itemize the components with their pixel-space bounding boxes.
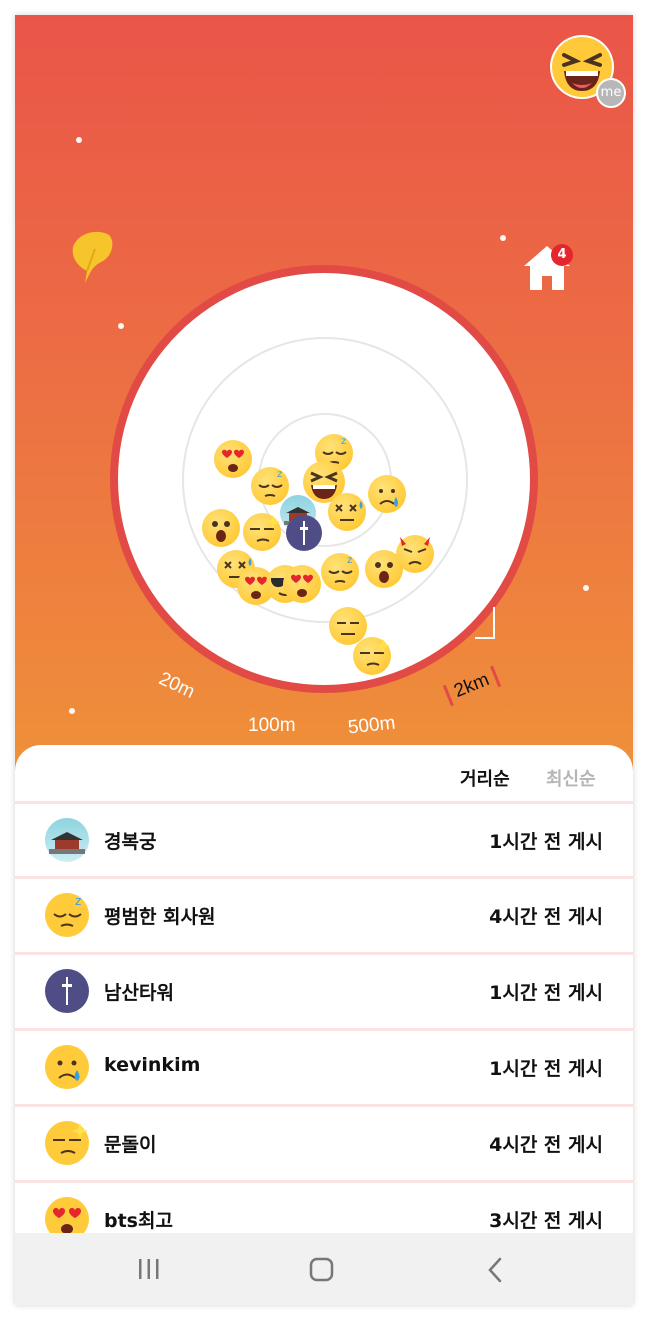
recent-apps-icon[interactable] bbox=[136, 1257, 162, 1281]
dizzy-sweat-emoji-pin[interactable] bbox=[328, 493, 366, 531]
home-nav-icon[interactable] bbox=[309, 1257, 335, 1283]
snow-dot bbox=[76, 137, 82, 143]
list-item-name: 경복궁 bbox=[104, 831, 157, 853]
list-item-time: 4시간 전 게시 bbox=[489, 906, 603, 928]
ginkgo-leaf-icon bbox=[72, 231, 113, 283]
list-item[interactable]: z 평범한 회사원 4시간 전 게시 bbox=[15, 876, 633, 951]
list-item-name: 문돌이 bbox=[104, 1134, 157, 1156]
app-screen: me 4 20m 100m 500m 2km z z z 거리순 최신순 경복궁… bbox=[15, 15, 633, 1305]
list-item-time: 1시간 전 게시 bbox=[489, 982, 603, 1004]
sort-by-latest-tab[interactable]: 최신순 bbox=[546, 765, 596, 791]
palace-icon bbox=[45, 818, 89, 862]
snow-dot bbox=[118, 323, 124, 329]
list-item[interactable]: 문돌이 4시간 전 게시 bbox=[15, 1104, 633, 1179]
scale-label-20m: 20m bbox=[155, 668, 198, 703]
smug-sparkle-emoji-pin[interactable] bbox=[353, 637, 391, 675]
namsan-tower-icon bbox=[45, 969, 89, 1013]
notification-badge: 4 bbox=[551, 244, 573, 266]
list-item-time: 3시간 전 게시 bbox=[489, 1210, 603, 1232]
system-navigation-bar bbox=[15, 1233, 633, 1305]
back-icon[interactable] bbox=[485, 1257, 505, 1283]
sleepy-emoji-icon: z bbox=[45, 893, 89, 937]
sleepy-emoji-pin[interactable]: z bbox=[321, 553, 359, 591]
list-item-name: kevinkim bbox=[104, 1054, 201, 1076]
smug-sparkle-emoji-icon bbox=[45, 1121, 89, 1165]
scale-label-2km[interactable]: 2km bbox=[442, 665, 502, 707]
smug-sparkle-emoji-pin[interactable] bbox=[243, 513, 281, 551]
list-item-time: 1시간 전 게시 bbox=[489, 831, 603, 853]
snow-dot bbox=[69, 708, 75, 714]
me-badge: me bbox=[596, 78, 626, 108]
sad-tear-emoji-pin[interactable] bbox=[368, 475, 406, 513]
list-item[interactable]: 남산타워 1시간 전 게시 bbox=[15, 952, 633, 1027]
scale-label-500m: 500m bbox=[346, 712, 397, 739]
heart-eyes-emoji-pin[interactable] bbox=[283, 565, 321, 603]
radar-hero: me 4 20m 100m 500m 2km z z z bbox=[15, 15, 633, 775]
list-item-name: 평범한 회사원 bbox=[104, 906, 216, 928]
namsan-tower-pin[interactable] bbox=[286, 515, 322, 551]
scale-label-100m: 100m bbox=[248, 715, 296, 736]
list-item[interactable]: kevinkim 1시간 전 게시 bbox=[15, 1028, 633, 1103]
devil-emoji-pin[interactable] bbox=[396, 535, 434, 573]
list-item-time: 1시간 전 게시 bbox=[489, 1058, 603, 1080]
range-corner-mark bbox=[475, 607, 495, 639]
sort-by-distance-tab[interactable]: 거리순 bbox=[460, 765, 510, 791]
svg-text:z: z bbox=[277, 469, 282, 480]
surprised-emoji-pin[interactable] bbox=[202, 509, 240, 547]
sad-tear-emoji-icon bbox=[45, 1045, 89, 1089]
snow-dot bbox=[500, 235, 506, 241]
list-item-name: 남산타워 bbox=[104, 982, 174, 1004]
snow-dot bbox=[583, 585, 589, 591]
svg-text:z: z bbox=[75, 894, 81, 908]
svg-text:z: z bbox=[347, 555, 352, 566]
list-item[interactable]: 경복궁 1시간 전 게시 bbox=[15, 801, 633, 876]
list-item-time: 4시간 전 게시 bbox=[489, 1134, 603, 1156]
heart-eyes-emoji-pin[interactable] bbox=[214, 440, 252, 478]
svg-text:z: z bbox=[341, 436, 346, 447]
list-item-name: bts최고 bbox=[104, 1210, 173, 1232]
